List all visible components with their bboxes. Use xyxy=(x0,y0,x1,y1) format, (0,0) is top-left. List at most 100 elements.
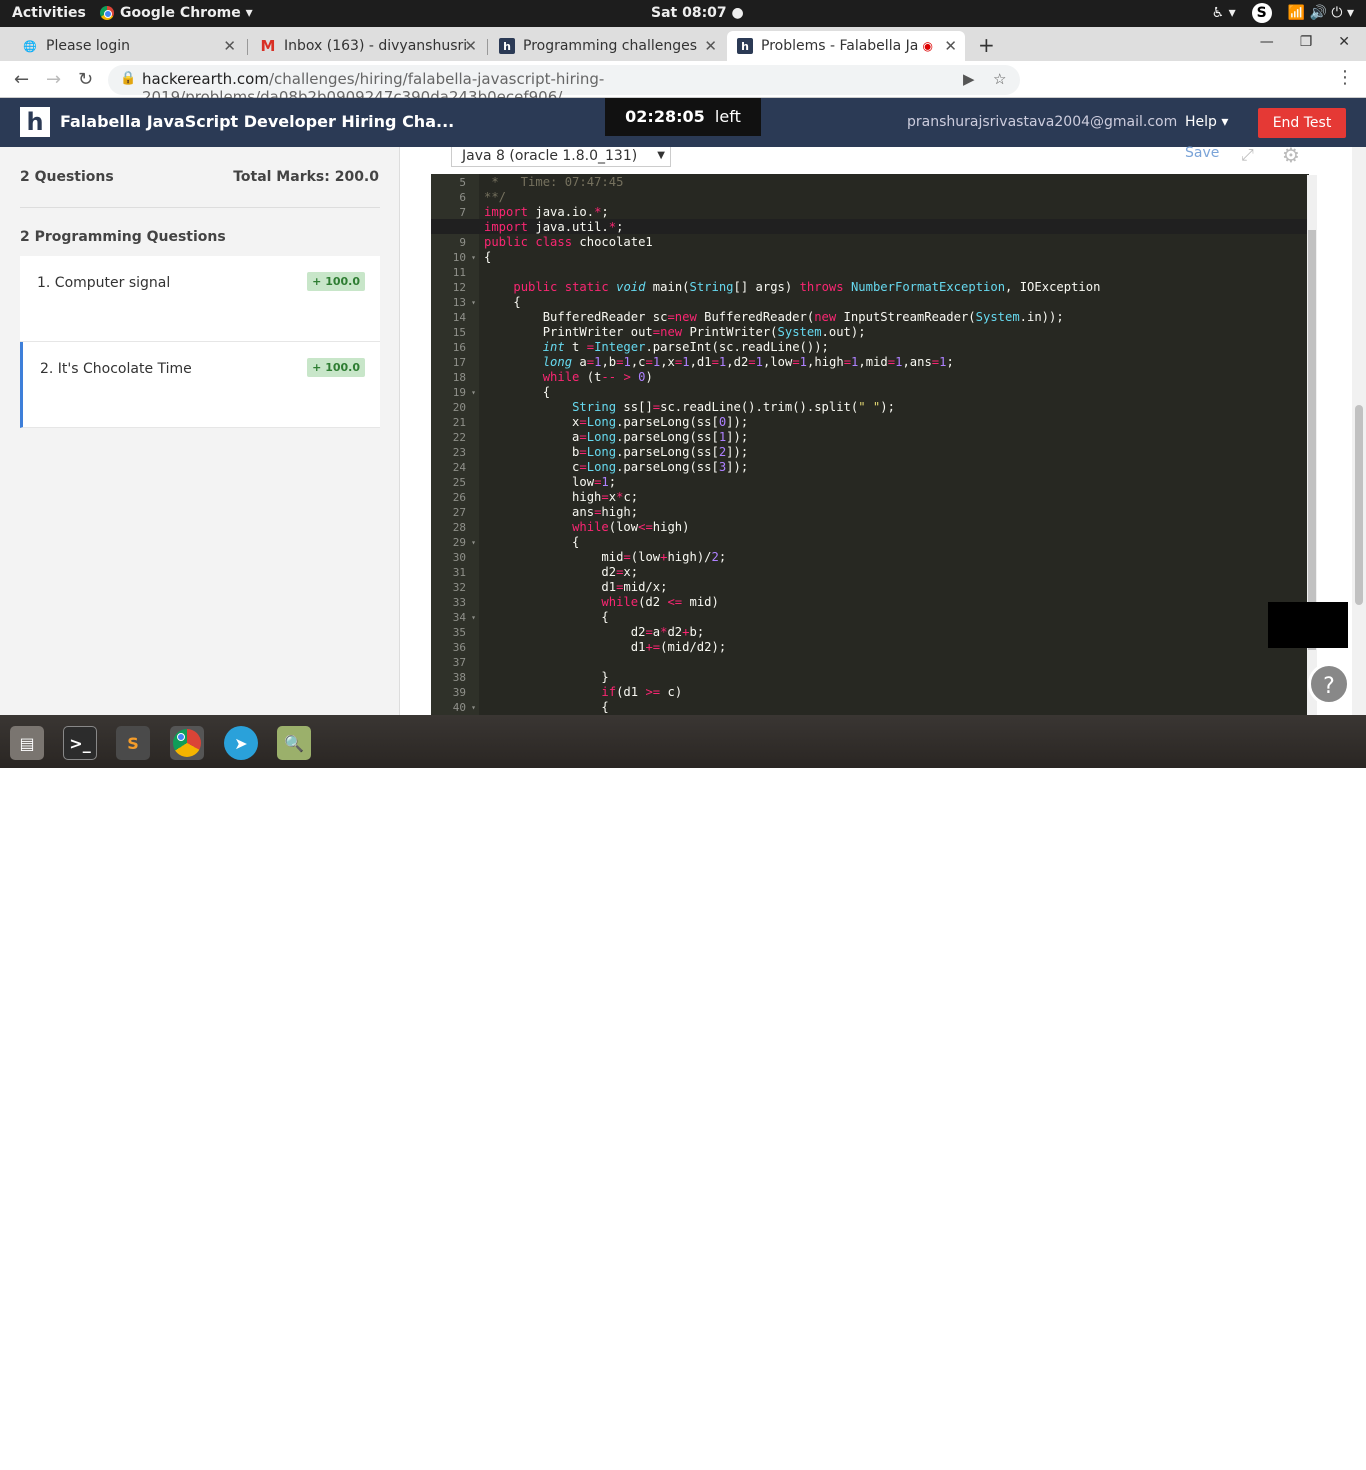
page-scrollbar[interactable] xyxy=(1352,147,1366,715)
gear-icon[interactable]: ⚙ xyxy=(1282,143,1300,167)
image-viewer-icon[interactable]: 🔍 xyxy=(277,726,311,760)
line-number: 6 xyxy=(459,191,466,204)
code-line[interactable]: { xyxy=(484,250,491,265)
new-tab-button[interactable]: + xyxy=(978,33,995,57)
code-line[interactable]: long a=1,b=1,c=1,x=1,d1=1,d2=1,low=1,hig… xyxy=(484,355,954,370)
code-line[interactable]: d1=mid/x; xyxy=(484,580,667,595)
code-line[interactable]: { xyxy=(484,295,520,310)
line-number: 11 xyxy=(452,266,466,279)
camera-icon[interactable]: ▶ xyxy=(963,70,975,88)
code-line[interactable]: { xyxy=(484,700,608,715)
maximize-button[interactable]: ❐ xyxy=(1300,34,1313,50)
code-line[interactable]: while(d2 <= mid) xyxy=(484,595,718,610)
code-line[interactable]: } xyxy=(484,670,608,685)
fold-arrow-icon[interactable]: ▾ xyxy=(471,610,476,625)
question-item-computer-signal[interactable]: 1. Computer signal + 100.0 xyxy=(20,256,380,342)
sublime-text-icon[interactable]: S xyxy=(116,726,150,760)
code-line[interactable]: d2=x; xyxy=(484,565,638,580)
code-line[interactable]: import java.io.*; xyxy=(484,205,609,220)
reload-icon[interactable]: ↻ xyxy=(78,69,93,90)
questions-count: 2 Questions xyxy=(20,169,114,185)
fold-arrow-icon[interactable]: ▾ xyxy=(471,700,476,715)
close-tab-icon[interactable]: ✕ xyxy=(944,37,957,55)
end-test-button[interactable]: End Test xyxy=(1258,108,1346,138)
code-editor[interactable]: 5678910▾111213▾141516171819▾202122232425… xyxy=(431,174,1309,715)
hackerearth-icon: h xyxy=(737,38,753,54)
code-line[interactable]: c=Long.parseLong(ss[3]); xyxy=(484,460,748,475)
fold-arrow-icon[interactable]: ▾ xyxy=(471,385,476,400)
close-tab-icon[interactable]: ✕ xyxy=(704,37,717,55)
code-line[interactable]: import java.util.*; xyxy=(484,220,623,235)
close-window-button[interactable]: ✕ xyxy=(1338,34,1350,50)
code-line[interactable]: low=1; xyxy=(484,475,616,490)
expand-icon[interactable]: ⤢ xyxy=(1241,145,1254,165)
code-line[interactable]: x=Long.parseLong(ss[0]); xyxy=(484,415,748,430)
code-line[interactable]: d1+=(mid/d2); xyxy=(484,640,726,655)
line-number: 36 xyxy=(452,641,466,654)
code-line[interactable]: if(d1 >= c) xyxy=(484,685,682,700)
status-menu-icon[interactable]: 📶 🔊 ⏻ ▾ xyxy=(1288,5,1354,21)
code-line[interactable]: BufferedReader sc=new BufferedReader(new… xyxy=(484,310,1064,325)
telegram-icon[interactable]: ➤ xyxy=(224,726,258,760)
system-tray[interactable]: ♿ ▾ S 📶 🔊 ⏻ ▾ xyxy=(1212,3,1354,23)
code-line[interactable]: * Time: 07:47:45 xyxy=(484,175,623,190)
code-line[interactable]: while (t-- > 0) xyxy=(484,370,653,385)
code-line[interactable]: **/ xyxy=(484,190,506,205)
code-line[interactable]: d2=a*d2+b; xyxy=(484,625,704,640)
line-number: 10 ▾ xyxy=(452,250,476,265)
forward-arrow-icon[interactable]: → xyxy=(46,69,61,90)
fold-arrow-icon[interactable]: ▾ xyxy=(471,295,476,310)
back-arrow-icon[interactable]: ← xyxy=(14,69,29,90)
code-line[interactable]: String ss[]=sc.readLine().trim().split("… xyxy=(484,400,895,415)
tab-inbox[interactable]: M Inbox (163) - divyanshusri ✕ xyxy=(250,31,485,61)
code-line[interactable]: int t =Integer.parseInt(sc.readLine()); xyxy=(484,340,829,355)
app-menu[interactable]: Google Chrome ▾ xyxy=(100,5,253,21)
tab-please-login[interactable]: 🌐 Please login ✕ xyxy=(12,31,244,61)
code-line[interactable]: high=x*c; xyxy=(484,490,638,505)
recording-icon: ◉ xyxy=(922,39,933,53)
app-grid-icon[interactable]: ⋮⋮⋮ xyxy=(1325,1445,1366,1470)
save-button[interactable]: Save xyxy=(1185,145,1219,161)
code-line[interactable]: ans=high; xyxy=(484,505,638,520)
files-icon[interactable]: ▤ xyxy=(10,726,44,760)
terminal-icon[interactable]: >_ xyxy=(63,726,97,760)
line-number: 34 ▾ xyxy=(452,610,476,625)
chrome-icon[interactable] xyxy=(170,726,204,760)
question-item-chocolate-time[interactable]: 2. It's Chocolate Time + 100.0 xyxy=(20,342,380,428)
minimize-button[interactable]: — xyxy=(1260,34,1274,50)
code-line[interactable]: a=Long.parseLong(ss[1]); xyxy=(484,430,748,445)
code-line[interactable]: { xyxy=(484,385,550,400)
code-line[interactable]: b=Long.parseLong(ss[2]); xyxy=(484,445,748,460)
code-line[interactable]: { xyxy=(484,535,579,550)
language-select[interactable]: Java 8 (oracle 1.8.0_131) ▼ xyxy=(451,147,671,167)
challenge-title: Falabella JavaScript Developer Hiring Ch… xyxy=(60,112,455,131)
fold-arrow-icon[interactable]: ▾ xyxy=(471,250,476,265)
line-number: 13 ▾ xyxy=(452,295,476,310)
accessibility-icon[interactable]: ♿ ▾ xyxy=(1212,5,1236,21)
close-tab-icon[interactable]: ✕ xyxy=(223,37,236,55)
menu-kebab-icon[interactable]: ⋮ xyxy=(1336,67,1354,88)
code-line[interactable]: { xyxy=(484,610,608,625)
code-line[interactable]: PrintWriter out=new PrintWriter(System.o… xyxy=(484,325,866,340)
tab-problems-falabella[interactable]: h Problems - Falabella Ja ◉ ✕ xyxy=(727,31,965,61)
code-line[interactable]: public class chocolate1 xyxy=(484,235,653,250)
code-line[interactable]: mid=(low+high)/2; xyxy=(484,550,726,565)
help-fab-button[interactable]: ? xyxy=(1308,663,1350,705)
activities-button[interactable]: Activities xyxy=(12,5,86,21)
skype-icon[interactable]: S xyxy=(1251,3,1272,23)
question-title: 1. Computer signal xyxy=(37,275,171,291)
code-line[interactable]: public static void main(String[] args) t… xyxy=(484,280,1100,295)
clock[interactable]: Sat 08:07 ● xyxy=(651,5,744,21)
scrollbar-thumb[interactable] xyxy=(1355,405,1363,605)
tab-programming-challenges[interactable]: h Programming challenges ✕ xyxy=(489,31,725,61)
hackerearth-logo[interactable]: h xyxy=(20,107,50,137)
fold-arrow-icon[interactable]: ▾ xyxy=(471,535,476,550)
bookmark-star-icon[interactable]: ☆ xyxy=(993,70,1006,88)
close-tab-icon[interactable]: ✕ xyxy=(464,37,477,55)
url-bar[interactable]: 🔒 hackerearth.com/challenges/hiring/fala… xyxy=(108,65,1020,106)
toolbar: ← → ↻ 🔒 hackerearth.com/challenges/hirin… xyxy=(0,61,1366,148)
code-line[interactable]: while(low<=high) xyxy=(484,520,689,535)
page-header: h Falabella JavaScript Developer Hiring … xyxy=(0,98,1366,147)
scrollbar-thumb[interactable] xyxy=(1308,230,1316,650)
help-menu[interactable]: Help ▾ xyxy=(1185,114,1228,130)
